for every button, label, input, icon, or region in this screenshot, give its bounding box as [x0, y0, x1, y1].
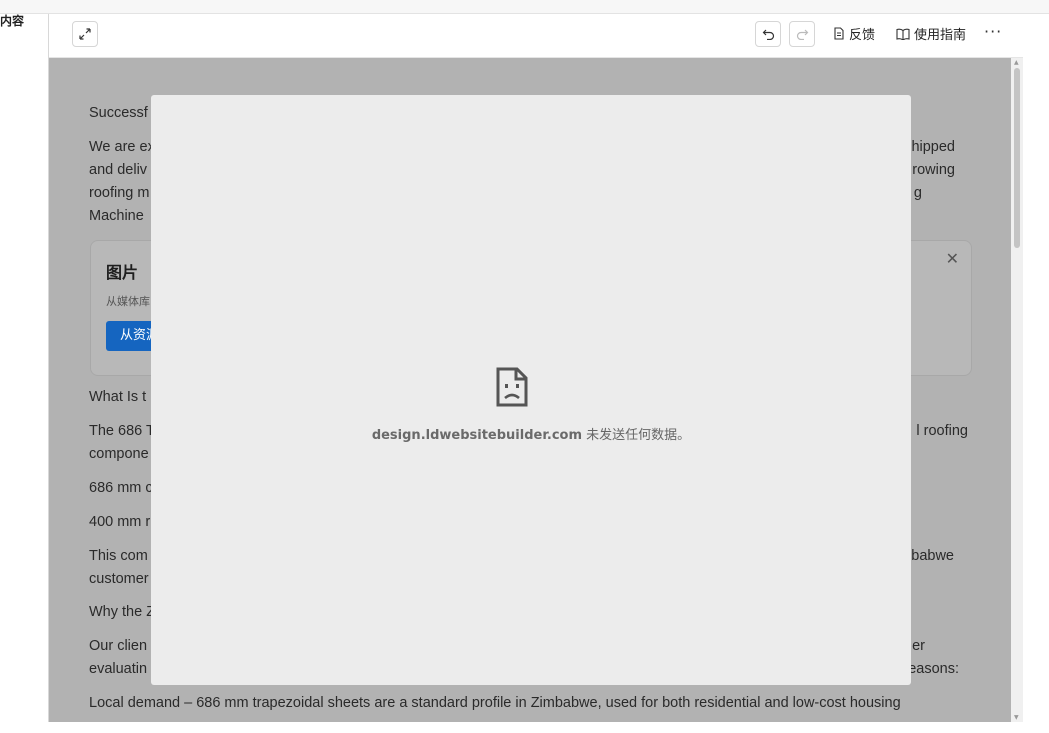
error-text: 未发送任何数据。	[582, 428, 691, 443]
feedback-label: 反馈	[849, 28, 876, 43]
redo-icon	[796, 29, 808, 40]
scrollbar-thumb[interactable]	[1014, 68, 1020, 248]
vertical-scrollbar[interactable]: ▲ ▼	[1011, 58, 1023, 722]
user-guide-label: 使用指南	[914, 28, 967, 43]
book-icon	[896, 28, 910, 40]
document-icon	[834, 27, 844, 40]
image-card-subtitle: 从媒体库	[106, 295, 150, 308]
feedback-button[interactable]: 反馈	[833, 24, 875, 43]
redo-button[interactable]	[789, 21, 815, 47]
scroll-up-arrow-icon[interactable]: ▲	[1014, 59, 1019, 66]
more-options-button[interactable]: ···	[984, 22, 1002, 41]
editor-toolbar: 反馈 使用指南 ···	[49, 14, 1023, 58]
image-card-title: 图片	[106, 263, 139, 282]
user-guide-button[interactable]: 使用指南	[896, 24, 966, 43]
paragraph-line: Local demand – 686 mm trapezoidal sheets…	[89, 695, 901, 711]
sad-document-icon	[496, 367, 528, 407]
expand-icon	[79, 28, 91, 40]
browser-top-strip	[0, 0, 1049, 14]
sidebar-label: 内容	[0, 14, 25, 28]
error-host: design.ldwebsitebuilder.com	[371, 428, 583, 443]
expand-button[interactable]	[72, 21, 98, 47]
iframe-error-panel: design.ldwebsitebuilder.com 未发送任何数据。	[151, 95, 911, 685]
error-message: design.ldwebsitebuilder.com 未发送任何数据。	[151, 424, 911, 443]
undo-icon	[762, 29, 774, 40]
close-icon[interactable]: ✕	[946, 249, 959, 269]
scroll-down-arrow-icon[interactable]: ▼	[1014, 714, 1019, 721]
undo-button[interactable]	[755, 21, 781, 47]
